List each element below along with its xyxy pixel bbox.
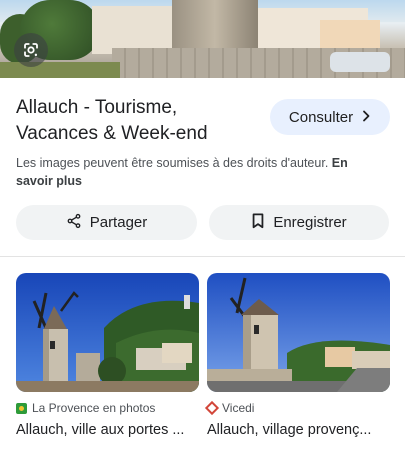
bookmark-icon bbox=[251, 212, 265, 233]
hero-house bbox=[92, 6, 172, 54]
related-caption[interactable]: Allauch, village provenç... bbox=[207, 422, 393, 438]
copyright-text: Les images peuvent être soumises à des d… bbox=[16, 156, 329, 170]
hero-ground bbox=[0, 62, 120, 78]
page-title[interactable]: Allauch - Tourisme, Vacances & Week-end bbox=[16, 95, 256, 147]
related-image-card[interactable]: Vicedi Allauch, village provenç... bbox=[204, 273, 390, 438]
la-provence-favicon-icon bbox=[16, 402, 27, 414]
save-button[interactable]: Enregistrer bbox=[209, 205, 389, 240]
related-thumbnail[interactable] bbox=[207, 273, 390, 392]
related-thumbnail[interactable] bbox=[16, 273, 199, 392]
copyright-notice: Les images peuvent être soumises à des d… bbox=[16, 154, 386, 190]
google-lens-icon[interactable] bbox=[14, 33, 48, 67]
consult-button-label: Consulter bbox=[288, 108, 354, 126]
chevron-right-icon bbox=[361, 109, 371, 125]
share-button[interactable]: Partager bbox=[16, 205, 197, 240]
share-button-label: Partager bbox=[89, 214, 148, 231]
hero-car bbox=[330, 52, 390, 72]
related-source-label: La Provence en photos bbox=[32, 401, 156, 415]
hero-image[interactable] bbox=[0, 0, 405, 78]
windmill-photo bbox=[16, 273, 199, 392]
related-source-label: Vicedi bbox=[222, 401, 255, 415]
save-button-label: Enregistrer bbox=[273, 214, 347, 231]
section-divider bbox=[0, 256, 405, 257]
related-image-card[interactable]: La Provence en photos Allauch, ville aux… bbox=[16, 273, 199, 438]
google-lens-icon bbox=[24, 43, 38, 57]
related-source[interactable]: Vicedi bbox=[204, 400, 397, 416]
consult-button[interactable]: Consulter bbox=[270, 99, 390, 135]
vicedi-favicon-icon bbox=[204, 400, 220, 416]
related-source[interactable]: La Provence en photos bbox=[16, 401, 206, 415]
windmill-photo bbox=[207, 273, 390, 392]
related-caption[interactable]: Allauch, ville aux portes ... bbox=[16, 422, 202, 438]
share-icon bbox=[66, 213, 82, 233]
